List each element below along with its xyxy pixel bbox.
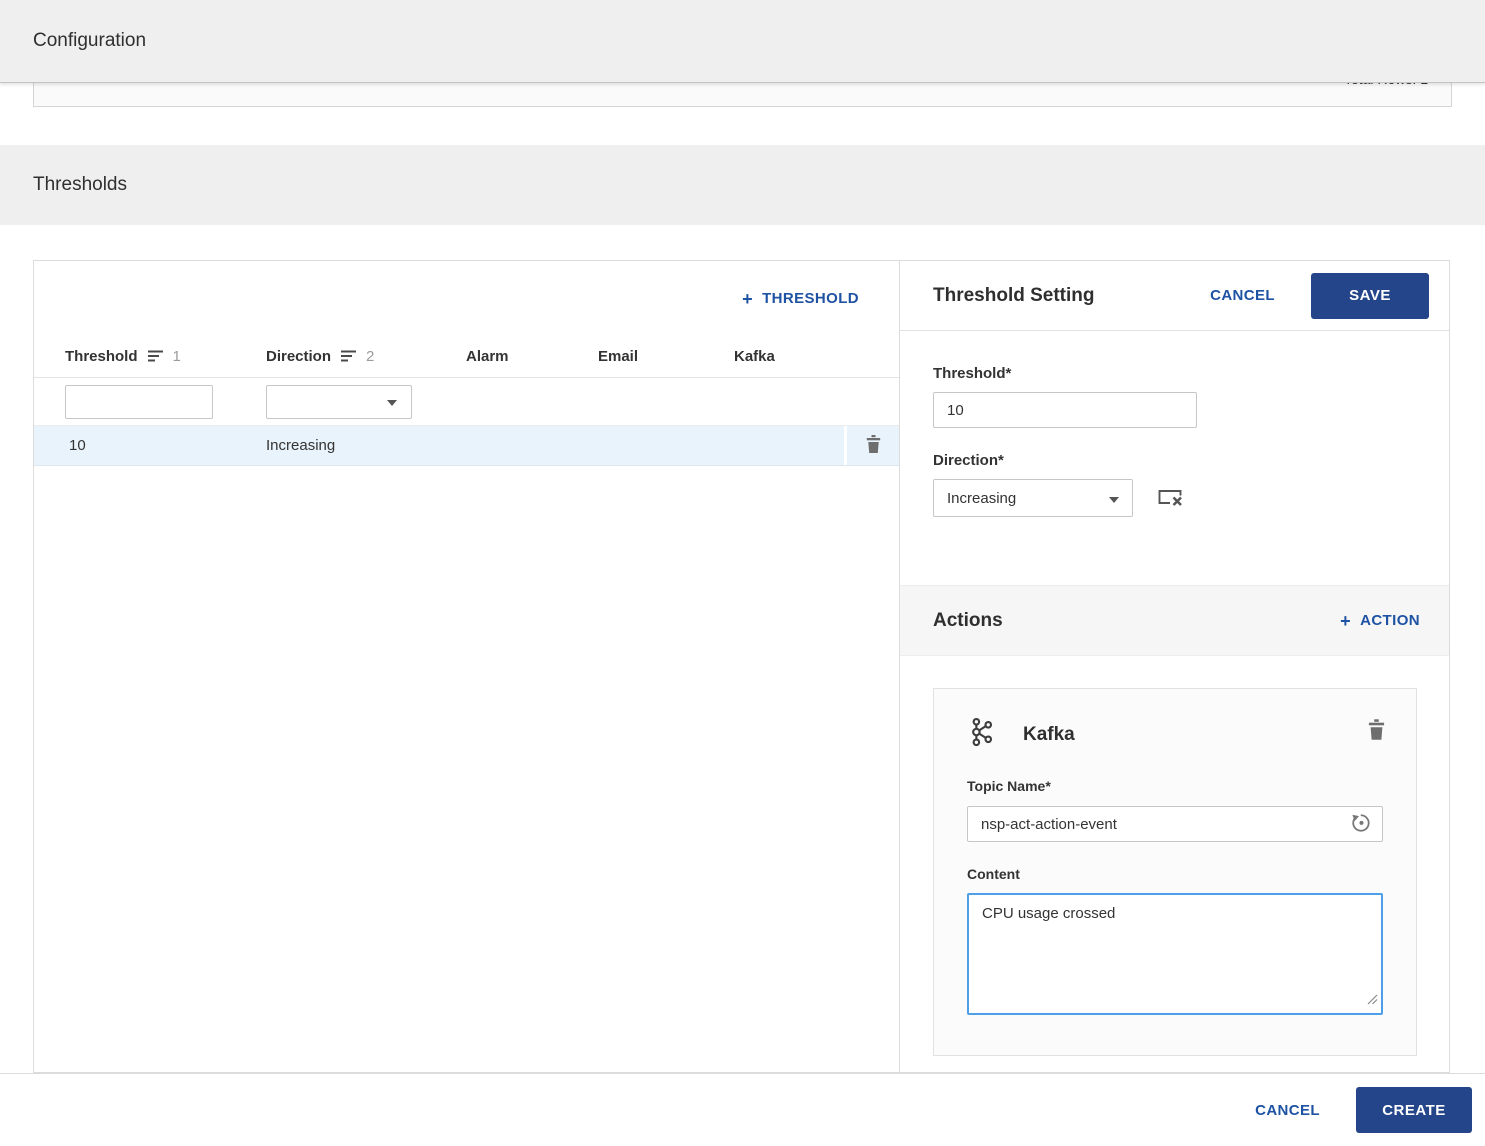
direction-select[interactable]: Increasing bbox=[933, 479, 1133, 517]
thresholds-title: Thresholds bbox=[33, 174, 127, 195]
table-empty-area bbox=[34, 466, 899, 1072]
thresholds-table: + THRESHOLD Threshold 1 Direction 2 Alar… bbox=[34, 261, 900, 1072]
trash-icon bbox=[866, 435, 881, 456]
clear-selection-button[interactable] bbox=[1157, 487, 1184, 510]
app-header: Configuration bbox=[0, 0, 1485, 83]
column-header-direction[interactable]: Direction 2 bbox=[266, 348, 466, 365]
page-title-configuration: Configuration bbox=[33, 30, 147, 51]
cell-threshold: 10 bbox=[65, 426, 266, 465]
add-action-label: ACTION bbox=[1360, 612, 1420, 629]
content-textarea[interactable]: CPU usage crossed bbox=[969, 895, 1381, 1013]
restore-default-button[interactable] bbox=[1350, 811, 1373, 837]
actions-section-header: Actions + ACTION bbox=[900, 585, 1449, 656]
cell-alarm bbox=[466, 426, 598, 465]
cell-kafka bbox=[734, 426, 844, 465]
cell-value: Increasing bbox=[266, 437, 336, 454]
table-row[interactable]: 10 Increasing bbox=[34, 426, 899, 466]
threshold-filter-input[interactable] bbox=[65, 384, 213, 419]
threshold-setting-panel: Threshold Setting CANCEL SAVE Threshold*… bbox=[900, 261, 1449, 1072]
setting-cancel-button[interactable]: CANCEL bbox=[1210, 287, 1275, 304]
column-label: Kafka bbox=[734, 348, 775, 365]
kafka-card-header: Kafka bbox=[967, 717, 1383, 752]
kafka-icon bbox=[967, 717, 997, 752]
column-label: Direction bbox=[266, 348, 332, 365]
threshold-input[interactable] bbox=[933, 392, 1197, 428]
sort-bars-icon bbox=[147, 350, 165, 363]
direction-row: Increasing bbox=[933, 479, 1449, 517]
table-header-row: Threshold 1 Direction 2 Alarm Email Kafk… bbox=[34, 336, 899, 378]
kafka-card-title: Kafka bbox=[1023, 723, 1075, 745]
table-toolbar: + THRESHOLD bbox=[34, 261, 899, 336]
cell-direction: Increasing bbox=[266, 426, 466, 465]
actions-card-area: Kafka Topic Name* nsp-act-action-event C… bbox=[900, 656, 1449, 1072]
footer-create-button[interactable]: CREATE bbox=[1356, 1087, 1472, 1133]
thresholds-panel: + THRESHOLD Threshold 1 Direction 2 Alar… bbox=[33, 260, 1450, 1073]
row-actions-cell bbox=[847, 426, 899, 465]
save-button[interactable]: SAVE bbox=[1311, 272, 1429, 319]
sort-order-badge: 1 bbox=[172, 348, 181, 365]
direction-filter-select[interactable] bbox=[266, 384, 412, 419]
column-header-kafka[interactable]: Kafka bbox=[734, 348, 899, 365]
plus-icon: + bbox=[742, 288, 754, 309]
direction-field-label: Direction* bbox=[933, 452, 1004, 469]
sort-order-badge: 2 bbox=[366, 348, 375, 365]
filter-row bbox=[34, 378, 899, 426]
restore-history-icon bbox=[1350, 811, 1373, 837]
topic-name-label: Topic Name* bbox=[967, 778, 1051, 794]
delete-action-button[interactable] bbox=[1368, 719, 1385, 743]
kafka-action-card: Kafka Topic Name* nsp-act-action-event C… bbox=[933, 688, 1417, 1056]
delete-row-button[interactable] bbox=[866, 435, 881, 456]
cell-value: 10 bbox=[69, 437, 86, 454]
plus-icon: + bbox=[1340, 610, 1352, 631]
column-header-threshold[interactable]: Threshold 1 bbox=[65, 348, 266, 365]
topic-name-value: nsp-act-action-event bbox=[981, 815, 1117, 833]
trash-icon bbox=[1368, 719, 1385, 743]
content-label: Content bbox=[967, 866, 1020, 882]
page-footer: CANCEL CREATE bbox=[0, 1073, 1485, 1146]
setting-panel-header: Threshold Setting CANCEL SAVE bbox=[900, 261, 1449, 331]
clipped-total-text: Total Rows: 1 bbox=[1344, 83, 1428, 88]
threshold-field-label: Threshold* bbox=[933, 365, 1012, 382]
add-threshold-label: THRESHOLD bbox=[762, 290, 859, 307]
topic-name-input[interactable]: nsp-act-action-event bbox=[967, 806, 1383, 842]
column-header-email[interactable]: Email bbox=[598, 348, 734, 365]
sort-bars-icon bbox=[341, 350, 358, 363]
scrolled-panel: Total Rows: 1 bbox=[33, 83, 1452, 107]
filter-cell-direction bbox=[266, 384, 466, 419]
cell-email bbox=[598, 426, 734, 465]
threshold-fields-section: Threshold* Direction* Increasing bbox=[900, 331, 1449, 585]
chevron-down-icon bbox=[1109, 490, 1119, 507]
setting-panel-title: Threshold Setting bbox=[933, 284, 1095, 306]
footer-cancel-button[interactable]: CANCEL bbox=[1255, 1102, 1320, 1119]
chevron-down-icon bbox=[387, 393, 397, 411]
filter-cell-threshold bbox=[65, 384, 266, 419]
column-label: Threshold bbox=[65, 348, 138, 365]
direction-select-value: Increasing bbox=[947, 489, 1017, 507]
column-header-alarm[interactable]: Alarm bbox=[466, 348, 598, 365]
content-field: CPU usage crossed bbox=[967, 893, 1383, 1015]
add-threshold-button[interactable]: + THRESHOLD bbox=[742, 290, 859, 308]
column-label: Email bbox=[598, 348, 639, 365]
add-action-button[interactable]: + ACTION bbox=[1340, 612, 1420, 630]
clear-selection-icon bbox=[1157, 487, 1184, 510]
actions-title: Actions bbox=[933, 609, 1003, 631]
column-label: Alarm bbox=[466, 348, 509, 365]
section-header-thresholds: Thresholds bbox=[0, 145, 1485, 225]
